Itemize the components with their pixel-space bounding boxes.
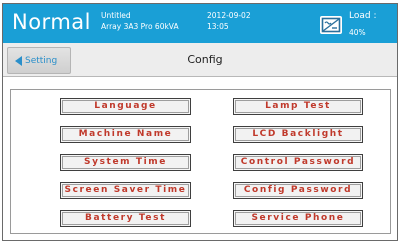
current-date: 2012-09-02 [207, 11, 251, 20]
lamp-test-button[interactable]: Lamp Test [233, 98, 363, 115]
load-indicator: Load : 40% [349, 10, 376, 38]
battery-test-button[interactable]: Battery Test [60, 210, 191, 227]
screen-frame: Normal Untitled Array 3A3 Pro 60kVA 2012… [2, 3, 398, 241]
current-time: 13:05 [207, 22, 229, 31]
config-panel: Language Machine Name System Time Screen… [10, 89, 391, 234]
back-arrow-icon [15, 56, 22, 66]
lcd-backlight-button[interactable]: LCD Backlight [233, 126, 363, 143]
device-model: Array 3A3 Pro 60kVA [101, 22, 179, 31]
screen-saver-time-button[interactable]: Screen Saver Time [60, 182, 191, 199]
config-password-button[interactable]: Config Password [233, 182, 363, 199]
back-to-setting-button[interactable]: Setting [7, 47, 71, 74]
control-password-button[interactable]: Control Password [233, 154, 363, 171]
service-phone-button[interactable]: Service Phone [233, 210, 363, 227]
inverter-icon[interactable] [320, 16, 342, 34]
load-value: 40% [349, 28, 366, 37]
device-info: Untitled Array 3A3 Pro 60kVA [101, 10, 179, 32]
machine-name-button[interactable]: Machine Name [60, 126, 191, 143]
load-label: Load : [349, 11, 377, 21]
operating-mode: Normal [12, 10, 91, 34]
language-button[interactable]: Language [60, 98, 191, 115]
status-bar: Normal Untitled Array 3A3 Pro 60kVA 2012… [3, 4, 397, 43]
project-name: Untitled [101, 11, 131, 20]
title-bar: Config Setting [3, 43, 397, 77]
date-time: 2012-09-02 13:05 [207, 10, 251, 32]
system-time-button[interactable]: System Time [60, 154, 191, 171]
back-button-label: Setting [25, 56, 58, 66]
